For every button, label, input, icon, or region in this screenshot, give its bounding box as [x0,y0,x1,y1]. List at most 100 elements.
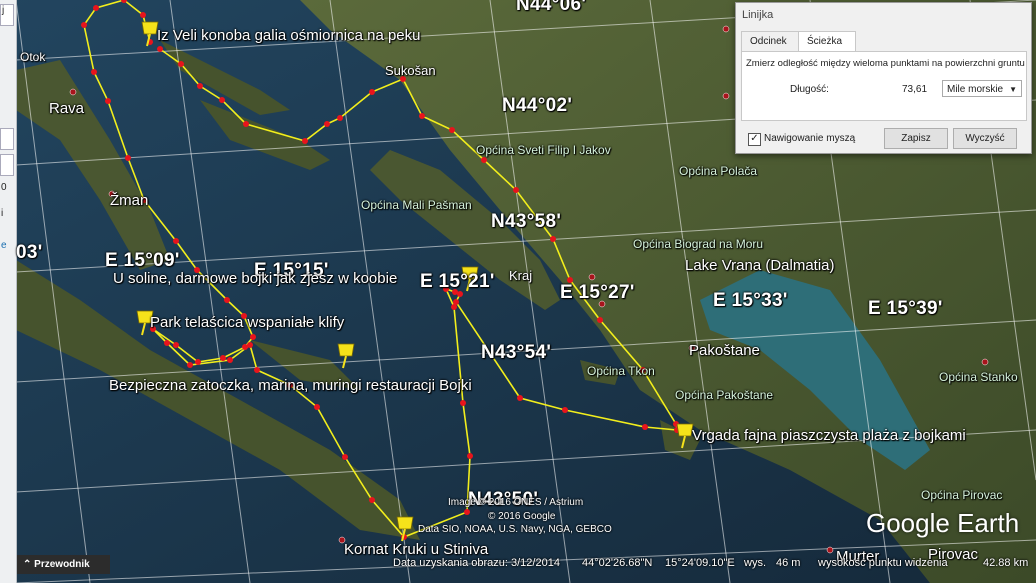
place-label: Rava [49,100,85,117]
route-vertex[interactable] [642,424,648,430]
route-vertex[interactable] [224,297,230,303]
route-vertex[interactable] [453,299,459,305]
unit-select[interactable]: Mile morskie ▼ [942,80,1022,97]
ruler-dialog: Linijka Odcinek Ścieżka Zmierz odległość… [735,2,1032,154]
grid-label: N44°02' [502,95,573,116]
guide-button[interactable]: ⌃ Przewodnik [17,555,110,574]
route-vertex[interactable] [140,12,146,18]
left-sidebar: j 0 i e [0,0,17,583]
sidebar-tool[interactable] [0,154,14,176]
route-vertex[interactable] [81,22,87,28]
route-vertex[interactable] [460,400,466,406]
clear-button[interactable]: Wyczyść [953,128,1017,149]
route-vertex[interactable] [254,367,260,373]
elevation-label: wys. [744,557,766,569]
place-label: Otok [20,50,46,64]
route-vertex[interactable] [91,69,97,75]
placemark-label-kornat[interactable]: Kornat Kruki u Stiniva [344,541,488,558]
tab-path[interactable]: Ścieżka [798,31,856,52]
mouse-nav-label: Nawigowanie myszą [764,133,856,144]
route-vertex[interactable] [302,138,308,144]
sidebar-char: 0 [1,182,7,193]
length-label: Długość: [790,84,829,95]
route-vertex[interactable] [125,155,131,161]
route-vertex[interactable] [164,340,170,346]
grid-label: N43°58' [491,211,562,232]
route-vertex[interactable] [197,83,203,89]
place-label: Pakoštane [689,342,760,359]
route-vertex[interactable] [324,121,330,127]
route-vertex[interactable] [550,236,556,242]
route-vertex[interactable] [314,404,320,410]
municipality-label: Općina Biograd na Moru [633,237,764,251]
grid-label: E 15°27' [560,282,635,303]
route-vertex[interactable] [369,89,375,95]
sidebar-toggle[interactable]: j [0,4,14,26]
route-vertex[interactable] [467,453,473,459]
eye-alt-value: 42.88 km [983,557,1029,569]
route-vertex[interactable] [187,362,193,368]
placemark-label-vrgada[interactable]: Vrgada fajna piaszczysta plaża z bojkami [692,427,966,444]
route-vertex[interactable] [562,407,568,413]
grid-label: E 15°39' [868,298,943,319]
placemark-label-telascica[interactable]: Park telaścica wspaniałe klify [150,314,344,331]
dialog-title: Linijka [742,9,774,21]
route-vertex[interactable] [517,395,523,401]
route-vertex[interactable] [369,497,375,503]
eye-alt-label: wysokość punktu widzenia [818,557,948,569]
elevation-value: 46 m [776,557,801,569]
unit-selected: Mile morskie [947,84,1004,95]
grid-label: 03' [16,242,43,263]
route-vertex[interactable] [173,342,179,348]
municipality-label: Općina Pirovac [921,488,1003,502]
placemark-label-zatoczka[interactable]: Bezpieczna zatoczka, marina, muringi res… [109,377,472,394]
save-button[interactable]: Zapisz [884,128,948,149]
sidebar-tool[interactable] [0,128,14,150]
route-vertex[interactable] [342,454,348,460]
longitude-readout: 15°24'09.10"E [665,557,735,569]
grid-label: E 15°09' [105,250,180,271]
grid-label: N43°54' [481,342,552,363]
route-vertex[interactable] [419,113,425,119]
grid-label: E 15°21' [420,271,495,292]
placemark-label-u-soline[interactable]: U soline, darmowe bojki jak zjesz w koob… [113,270,397,287]
imagery-date: Data uzyskania obrazu: 3/12/2014 [393,557,560,569]
route-vertex[interactable] [513,187,519,193]
route-vertex[interactable] [247,342,253,348]
place-label: Kraj [509,268,533,283]
latitude-readout: 44°02'26.68"N [582,557,653,569]
chevron-down-icon: ▼ [1009,85,1017,94]
route-vertex[interactable] [105,98,111,104]
grid-label: N44°06' [516,0,587,15]
route-vertex[interactable] [449,127,455,133]
place-label: Sukošan [385,63,436,78]
ruler-description: Zmierz odległość między wieloma punktami… [746,58,1025,69]
route-vertex[interactable] [227,357,233,363]
route-vertex[interactable] [250,334,256,340]
route-vertex[interactable] [597,317,603,323]
mouse-nav-checkbox[interactable]: ✓ [748,133,761,146]
image-credit: Image © 2016 CNES / Astrium [448,497,584,508]
ruler-panel: Zmierz odległość między wieloma punktami… [741,51,1027,121]
municipality-label: Općina Stanko [939,370,1018,384]
tab-segment[interactable]: Odcinek [741,31,799,51]
placemark-label-iz-veli[interactable]: Iz Veli konoba galia ośmiornica na peku [157,27,421,44]
route-vertex[interactable] [93,5,99,11]
route-vertex[interactable] [195,359,201,365]
route-vertex[interactable] [481,157,487,163]
chevron-up-icon: ⌃ [23,559,32,570]
sidebar-char: j [2,5,5,16]
municipality-label: Općina Mali Pašman [361,198,472,212]
route-vertex[interactable] [178,61,184,67]
route-vertex[interactable] [219,97,225,103]
data-credit: Data SIO, NOAA, U.S. Navy, NGA, GEBCO [418,524,612,535]
route-vertex[interactable] [173,238,179,244]
guide-label: Przewodnik [34,559,90,570]
route-vertex[interactable] [337,115,343,121]
route-vertex[interactable] [157,46,163,52]
route-vertex[interactable] [220,355,226,361]
route-vertex[interactable] [243,121,249,127]
place-label: Žman [110,192,149,209]
municipality-label: Općina Pakoštane [675,388,774,402]
municipality-label: Općina Sveti Filip I Jakov [476,143,611,157]
